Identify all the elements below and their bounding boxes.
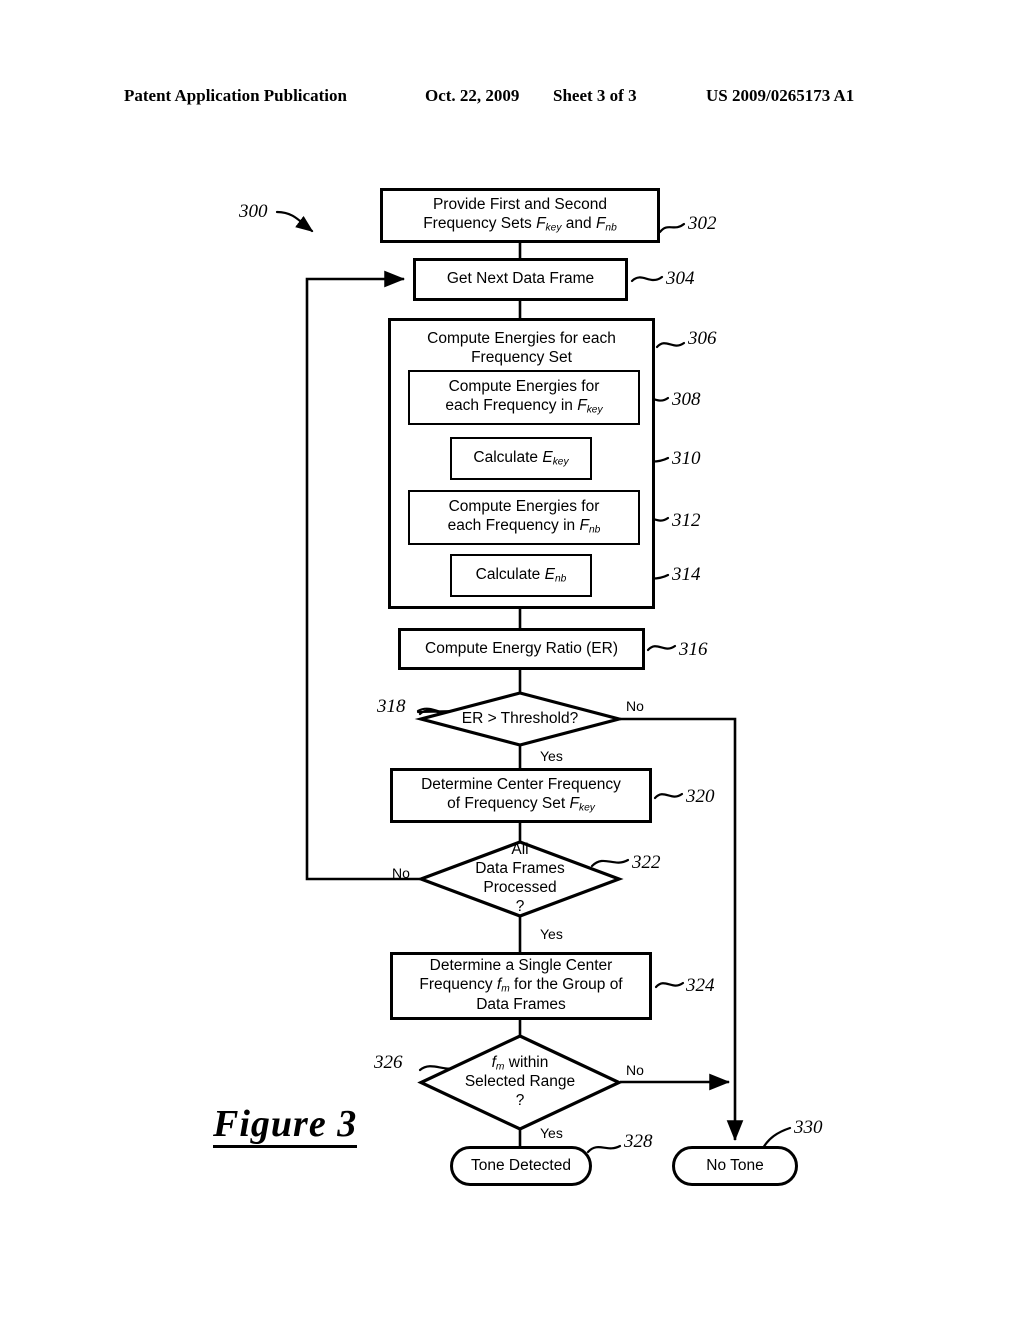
ref-numeral-318: 318 <box>377 696 406 717</box>
node-312-fnb: F <box>579 517 589 535</box>
node-308-line2-a: each Frequency in <box>445 397 578 415</box>
decision-318-er-threshold: ER > Threshold? <box>414 691 626 747</box>
node-324-line3: Data Frames <box>476 995 566 1013</box>
node-302-line2-b: and <box>561 215 596 233</box>
node-302-fkey-sub: key <box>545 222 562 234</box>
node-314-label-a: Calculate <box>475 565 545 583</box>
node-312-fnb-sub: nb <box>588 524 601 536</box>
node-308-compute-energies-fkey: Compute Energies for each Frequency in F… <box>408 370 640 425</box>
node-314-enb: E <box>544 565 555 583</box>
node-308-fkey-sub: key <box>586 404 603 416</box>
node-306-title: Compute Energies for each Frequency Set <box>395 323 648 368</box>
ref-numeral-328: 328 <box>624 1131 653 1152</box>
patent-figure-sheet: Patent Application Publication Oct. 22, … <box>0 0 1024 1320</box>
node-314-enb-sub: nb <box>554 572 567 584</box>
ref-numeral-326: 326 <box>374 1052 403 1073</box>
node-320-line2-a: of Frequency Set <box>447 795 570 813</box>
ref-numeral-320: 320 <box>686 786 715 807</box>
decision-326-fm-within-range: fm within Selected Range ? <box>417 1034 623 1131</box>
ref-numeral-304: 304 <box>666 268 695 289</box>
node-324-line2-b: for the Group of <box>509 976 623 994</box>
branch-326-no: No <box>626 1062 644 1078</box>
ref-numeral-306: 306 <box>688 328 717 349</box>
node-316-compute-energy-ratio: Compute Energy Ratio (ER) <box>398 628 645 670</box>
node-324-fm-sub: m <box>501 983 510 995</box>
node-310-calculate-ekey: Calculate Ekey <box>450 437 592 480</box>
node-310-label-a: Calculate <box>473 448 543 466</box>
terminal-330-label: No Tone <box>706 1156 764 1174</box>
branch-326-yes: Yes <box>540 1125 563 1141</box>
node-302-line2-a: Frequency Sets <box>423 215 537 233</box>
node-320-determine-center-frequency: Determine Center Frequency of Frequency … <box>390 768 652 823</box>
ref-numeral-330: 330 <box>794 1117 823 1138</box>
node-306-line1: Compute Energies for each <box>427 330 616 347</box>
node-302-provide-frequency-sets: Provide First and Second Frequency Sets … <box>380 188 660 243</box>
branch-322-yes: Yes <box>540 926 563 942</box>
ref-numeral-316: 316 <box>679 639 708 660</box>
node-324-line2-a: Frequency <box>419 976 497 994</box>
branch-318-no: No <box>626 698 644 714</box>
ref-numeral-322: 322 <box>632 852 661 873</box>
ref-numeral-310: 310 <box>672 448 701 469</box>
node-320-fkey-sub: key <box>578 802 595 814</box>
node-312-line2-a: each Frequency in <box>447 517 580 535</box>
ref-numeral-314: 314 <box>672 564 701 585</box>
node-302-fnb: F <box>595 215 606 233</box>
ref-numeral-300: 300 <box>239 201 268 222</box>
branch-318-yes: Yes <box>540 748 563 764</box>
node-306-line2: Frequency Set <box>471 348 572 366</box>
node-316-label: Compute Energy Ratio (ER) <box>425 639 618 657</box>
node-308-line1: Compute Energies for <box>448 378 600 396</box>
ref-numeral-324: 324 <box>686 975 715 996</box>
terminal-330-no-tone: No Tone <box>672 1146 798 1186</box>
node-302-fkey: F <box>536 215 546 233</box>
node-324-determine-single-center-frequency: Determine a Single Center Frequency fm f… <box>390 952 652 1020</box>
branch-322-no: No <box>392 865 410 881</box>
node-302-line1: Provide First and Second <box>432 196 608 214</box>
node-314-calculate-enb: Calculate Enb <box>450 554 592 597</box>
node-304-get-next-data-frame: Get Next Data Frame <box>413 258 628 301</box>
node-324-line1: Determine a Single Center <box>429 957 613 975</box>
ref-numeral-312: 312 <box>672 510 701 531</box>
node-312-line1: Compute Energies for <box>448 498 600 516</box>
node-310-ekey: E <box>542 448 553 466</box>
node-312-compute-energies-fnb: Compute Energies for each Frequency in F… <box>408 490 640 545</box>
node-304-label: Get Next Data Frame <box>446 270 595 288</box>
node-320-fkey: F <box>569 795 579 813</box>
decision-322-all-frames-processed: All Data Frames Processed ? <box>416 840 624 918</box>
ref-numeral-308: 308 <box>672 389 701 410</box>
terminal-328-tone-detected: Tone Detected <box>450 1146 592 1186</box>
node-310-ekey-sub: key <box>552 455 569 467</box>
ref-numeral-302: 302 <box>688 213 717 234</box>
terminal-328-label: Tone Detected <box>471 1156 571 1174</box>
node-320-line1: Determine Center Frequency <box>421 776 621 794</box>
node-308-fkey: F <box>577 397 587 415</box>
node-302-fnb-sub: nb <box>605 222 617 234</box>
